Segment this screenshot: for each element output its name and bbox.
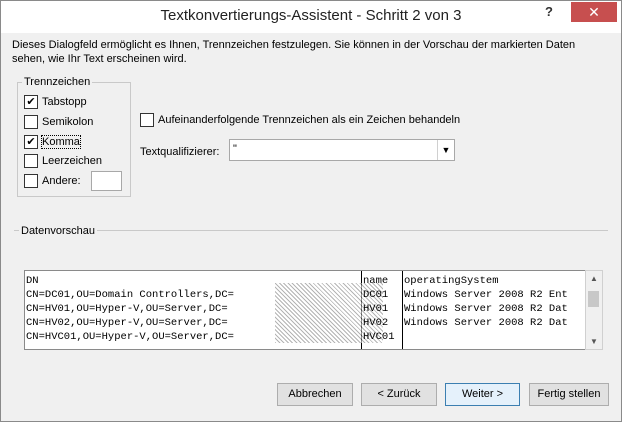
preview-label: Datenvorschau bbox=[19, 225, 97, 237]
comma-checkbox-row[interactable]: ✔ Komma bbox=[24, 134, 81, 150]
preview-cell: Windows Server 2008 R2 Dat bbox=[404, 317, 568, 329]
dialog-description: Dieses Dialogfeld ermöglicht es Ihnen, T… bbox=[12, 39, 576, 65]
preview-column-os[interactable]: operatingSystem Windows Server 2008 R2 E… bbox=[403, 271, 585, 349]
space-checkbox[interactable] bbox=[24, 154, 38, 168]
consecutive-checkbox[interactable] bbox=[140, 113, 154, 127]
data-preview[interactable]: DN CN=DC01,OU=Domain Controllers,DC= CN=… bbox=[24, 270, 586, 350]
preview-cell: CN=DC01,OU=Domain Controllers,DC= bbox=[26, 289, 234, 301]
text-qualifier-label: Textqualifizierer: bbox=[140, 146, 220, 158]
chevron-down-icon[interactable]: ▼ bbox=[437, 140, 454, 160]
tab-checkbox-label: Tabstopp bbox=[42, 96, 87, 108]
tab-checkbox[interactable]: ✔ bbox=[24, 95, 38, 109]
preview-vertical-scrollbar[interactable]: ▲ ▼ bbox=[585, 270, 603, 350]
preview-cell: HV01 bbox=[363, 303, 389, 315]
text-qualifier-select[interactable]: " ▼ bbox=[229, 139, 455, 161]
preview-cell: Windows Server 2008 R2 Dat bbox=[404, 303, 568, 315]
other-delimiter-input[interactable] bbox=[91, 171, 122, 191]
preview-cell: CN=HV02,OU=Hyper-V,OU=Server,DC= bbox=[26, 317, 228, 329]
help-button[interactable]: ? bbox=[537, 4, 561, 22]
space-checkbox-label: Leerzeichen bbox=[42, 155, 102, 167]
semicolon-checkbox[interactable] bbox=[24, 115, 38, 129]
scroll-up-icon[interactable]: ▲ bbox=[586, 274, 602, 283]
preview-cell: CN=HVC01,OU=Hyper-V,OU=Server,DC= bbox=[26, 331, 234, 343]
preview-cell: DN bbox=[26, 275, 39, 287]
back-button[interactable]: < Zurück bbox=[361, 383, 437, 406]
space-checkbox-row[interactable]: Leerzeichen bbox=[24, 153, 102, 169]
close-button[interactable]: ✕ bbox=[571, 2, 617, 22]
delimiters-group-label: Trennzeichen bbox=[22, 76, 93, 88]
other-checkbox-row[interactable]: Andere: bbox=[24, 173, 81, 189]
text-qualifier-value: " bbox=[233, 143, 237, 155]
preview-cell: Windows Server 2008 R2 Ent bbox=[404, 289, 568, 301]
comma-checkbox-label: Komma bbox=[41, 135, 81, 149]
other-checkbox-label: Andere: bbox=[42, 175, 81, 187]
scroll-down-icon[interactable]: ▼ bbox=[586, 337, 602, 346]
finish-button[interactable]: Fertig stellen bbox=[529, 383, 609, 406]
dialog-title: Textkonvertierungs-Assistent - Schritt 2… bbox=[160, 7, 462, 24]
preview-column-name[interactable]: name DC01 HV01 HV02 HVC01 bbox=[362, 271, 403, 349]
preview-cell: HVC01 bbox=[363, 331, 395, 343]
cancel-button[interactable]: Abbrechen bbox=[277, 383, 353, 406]
preview-cell: name bbox=[363, 275, 389, 287]
consecutive-checkbox-label: Aufeinanderfolgende Trennzeichen als ein… bbox=[158, 114, 461, 126]
titlebar: Textkonvertierungs-Assistent - Schritt 2… bbox=[1, 1, 621, 33]
preview-cell: CN=HV01,OU=Hyper-V,OU=Server,DC= bbox=[26, 303, 228, 315]
other-checkbox[interactable] bbox=[24, 174, 38, 188]
comma-checkbox[interactable]: ✔ bbox=[24, 135, 38, 149]
preview-cell: DC01 bbox=[363, 289, 389, 301]
preview-cell: operatingSystem bbox=[404, 275, 499, 287]
semicolon-checkbox-row[interactable]: Semikolon bbox=[24, 114, 93, 130]
next-button[interactable]: Weiter > bbox=[445, 383, 520, 406]
tab-checkbox-row[interactable]: ✔ Tabstopp bbox=[24, 94, 87, 110]
consecutive-checkbox-row[interactable]: Aufeinanderfolgende Trennzeichen als ein… bbox=[140, 112, 460, 128]
semicolon-checkbox-label: Semikolon bbox=[42, 116, 94, 128]
scrollbar-thumb[interactable] bbox=[588, 291, 599, 307]
preview-cell: HV02 bbox=[363, 317, 389, 329]
